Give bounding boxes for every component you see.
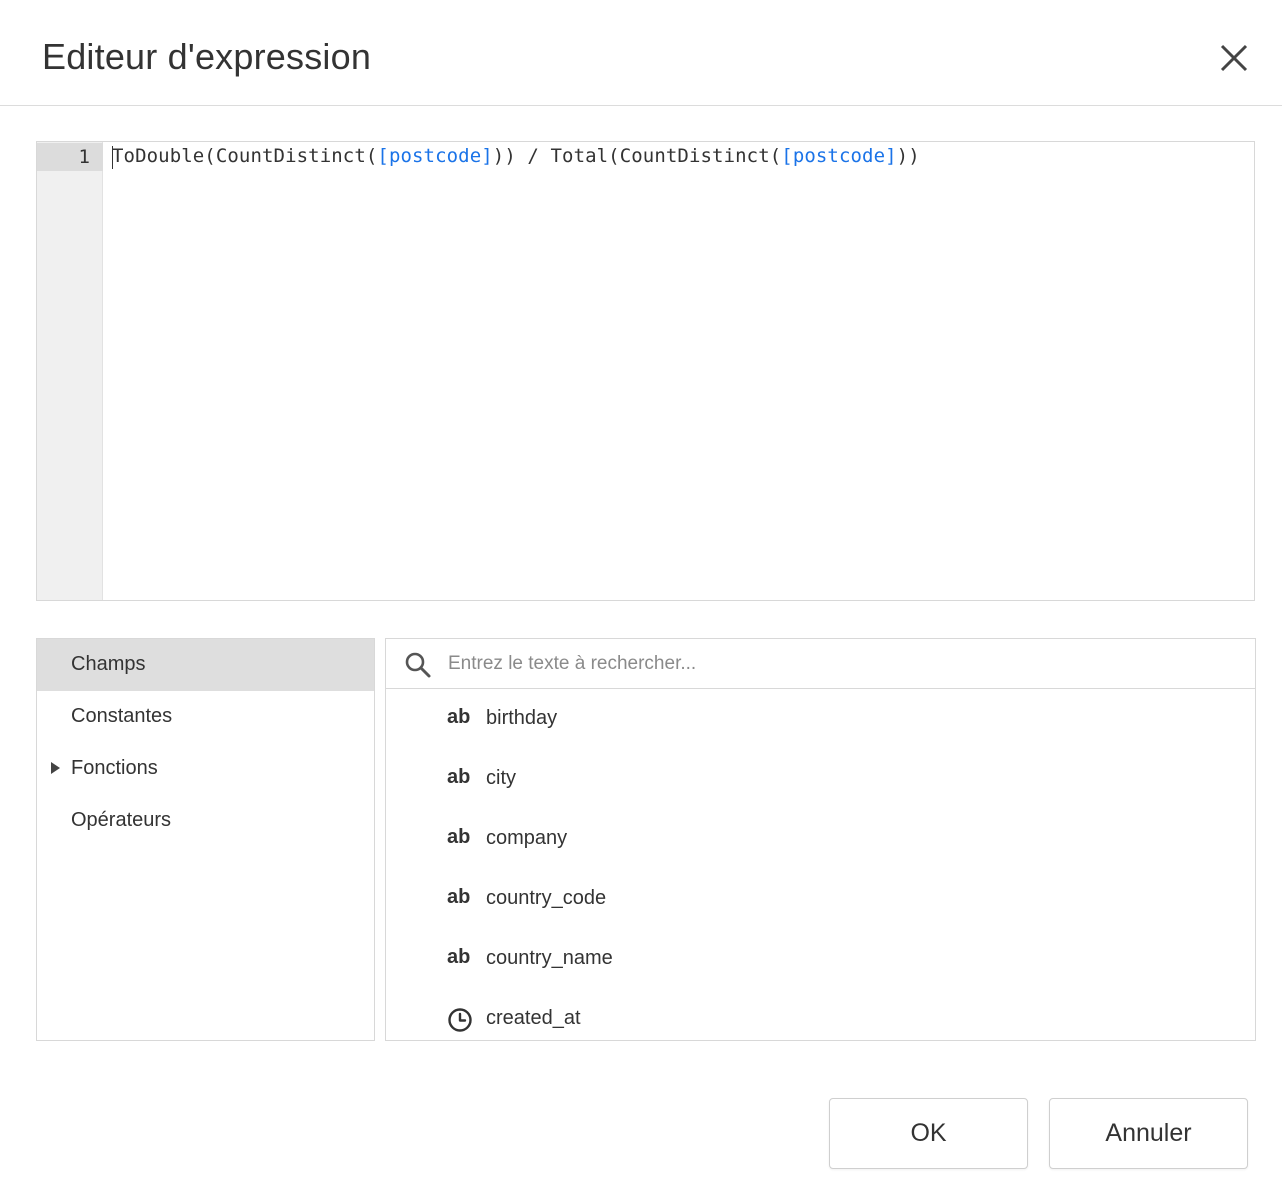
cancel-button[interactable]: Annuler (1049, 1098, 1248, 1169)
clock-icon (447, 1007, 473, 1033)
string-type-icon: ab (447, 886, 471, 908)
line-number: 1 (78, 146, 90, 168)
code-field-reference: [postcode] (781, 145, 897, 167)
field-name: birthday (486, 707, 558, 729)
code-field-reference: [postcode] (377, 145, 493, 167)
category-item-operateurs[interactable]: Opérateurs (37, 795, 374, 847)
text-cursor (112, 146, 113, 169)
field-item-created-at[interactable]: created_at (386, 990, 1255, 1040)
dialog-title: Editeur d'expression (42, 36, 372, 77)
string-type-icon: ab (447, 706, 471, 728)
expression-editor[interactable]: 1 ToDouble(CountDistinct([postcode])) / … (36, 141, 1255, 601)
line-number-gutter: 1 (37, 142, 103, 600)
close-button[interactable] (1214, 38, 1254, 78)
category-label: Opérateurs (71, 809, 172, 831)
category-item-constantes[interactable]: Constantes (37, 691, 374, 743)
string-type-icon: ab (447, 946, 471, 968)
search-icon (403, 650, 433, 680)
category-list: Champs Constantes Fonctions Opérateurs (36, 638, 375, 1041)
field-item-company[interactable]: ab company (386, 810, 1255, 870)
field-name: city (486, 767, 516, 789)
search-bar (386, 639, 1255, 689)
field-name: company (486, 827, 568, 849)
field-item-country-code[interactable]: ab country_code (386, 870, 1255, 930)
ok-button[interactable]: OK (829, 1098, 1028, 1169)
field-item-country-name[interactable]: ab country_name (386, 930, 1255, 990)
field-name: country_code (486, 887, 607, 909)
category-label: Fonctions (71, 757, 158, 779)
code-text: ToDouble(CountDistinct( (112, 145, 378, 167)
category-item-champs[interactable]: Champs (37, 639, 374, 691)
field-item-city[interactable]: ab city (386, 750, 1255, 810)
field-name: created_at (486, 1007, 581, 1029)
field-name: country_name (486, 947, 613, 969)
close-icon (1220, 44, 1248, 72)
category-label: Constantes (71, 705, 173, 727)
active-line-highlight (37, 143, 103, 171)
category-item-fonctions[interactable]: Fonctions (37, 743, 374, 795)
fields-panel: ab birthday ab city ab company ab countr… (385, 638, 1256, 1041)
dialog-header: Editeur d'expression (0, 0, 1282, 106)
field-item-birthday[interactable]: ab birthday (386, 690, 1255, 750)
expand-arrow-icon[interactable] (51, 762, 60, 774)
code-line[interactable]: ToDouble(CountDistinct([postcode])) / To… (112, 145, 920, 167)
string-type-icon: ab (447, 766, 471, 788)
code-text: )) / Total(CountDistinct( (492, 145, 782, 167)
search-input[interactable] (448, 647, 1238, 681)
code-text: )) (896, 145, 920, 167)
string-type-icon: ab (447, 826, 471, 848)
category-label: Champs (71, 653, 146, 675)
